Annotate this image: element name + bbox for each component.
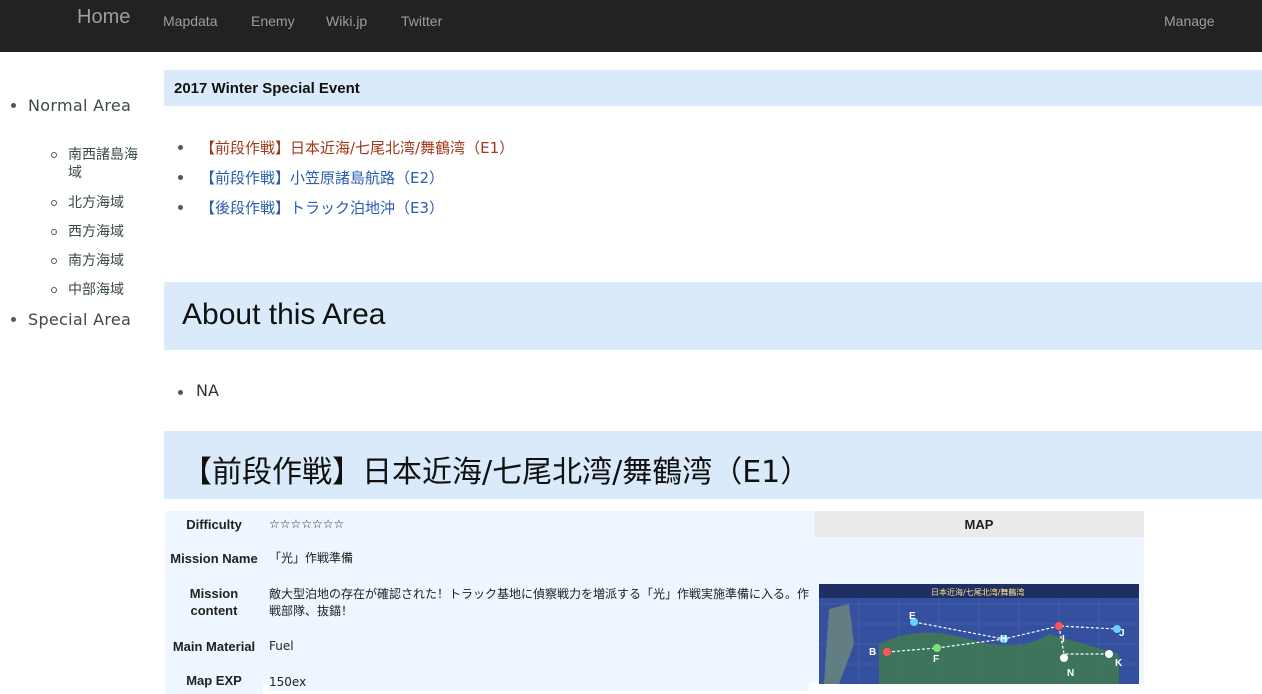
nav-enemy-link[interactable]: Enemy (251, 13, 295, 29)
row-value-mission-content: 敵大型泊地の存在が確認された！トラック基地に偵察戦力を増派する「光」作戦実施準備… (269, 586, 810, 620)
event-map-link-e3[interactable]: 【後段作戦】トラック泊地沖（E3） (200, 197, 444, 218)
nav-wiki-link[interactable]: Wiki.jp (326, 13, 367, 29)
row-label-difficulty: Difficulty (165, 511, 263, 537)
event-header: 2017 Winter Special Event (164, 70, 1262, 106)
event-title: 2017 Winter Special Event (174, 80, 360, 97)
event-map-link-e1[interactable]: 【前段作戦】日本近海/七尾北湾/舞鶴湾（E1） (200, 137, 514, 158)
svg-text:B: B (869, 647, 876, 658)
row-label-mission-name: Mission Name (165, 540, 263, 576)
row-label-map-exp: Map EXP (165, 672, 263, 694)
e1-header: 【前段作戦】日本近海/七尾北湾/舞鶴湾（E1） (164, 431, 1262, 499)
bullet-icon (11, 317, 16, 322)
map-illustration: 日本近海/七尾北湾/舞鶴湾 E H I J B F N K (819, 584, 1139, 684)
nav-home-link[interactable]: Home (77, 6, 130, 29)
row-value-main-material: Fuel (269, 638, 809, 655)
svg-text:H: H (1000, 634, 1007, 645)
svg-text:E: E (909, 611, 916, 622)
svg-text:F: F (933, 654, 939, 665)
svg-text:J: J (1119, 628, 1125, 639)
svg-text:K: K (1115, 658, 1123, 669)
svg-text:N: N (1067, 668, 1074, 679)
about-title: About this Area (182, 298, 386, 331)
bullet-icon (178, 390, 183, 395)
circle-bullet-icon (51, 152, 57, 158)
sidebar-subitem-seiho[interactable]: 西方海域 (68, 223, 150, 241)
sidebar-subitem-nansei[interactable]: 南西諸島海域 (68, 146, 150, 182)
map-banner-text: 日本近海/七尾北湾/舞鶴湾 (931, 587, 1024, 597)
row-label-main-material: Main Material (165, 628, 263, 664)
sidebar-subitem-nanpo[interactable]: 南方海域 (68, 252, 150, 270)
event-map-link-e2[interactable]: 【前段作戦】小笠原諸島航路（E2） (200, 167, 444, 188)
row-value-mission-name: 「光」作戦準備 (269, 550, 809, 567)
bullet-icon (11, 103, 16, 108)
row-value-difficulty: ☆☆☆☆☆☆☆ (269, 516, 809, 533)
sidebar-subitem-chubu[interactable]: 中部海域 (68, 281, 150, 299)
about-item: NA (196, 381, 219, 400)
row-label-mission-content: Mission content (165, 584, 263, 620)
circle-bullet-icon (51, 229, 57, 235)
bullet-icon (178, 175, 183, 180)
nav-manage-link[interactable]: Manage (1164, 13, 1215, 29)
bullet-icon (178, 205, 183, 210)
sidebar-subitem-hoppo[interactable]: 北方海域 (68, 194, 150, 212)
e1-title: 【前段作戦】日本近海/七尾北湾/舞鶴湾（E1） (182, 455, 811, 490)
sidebar-item-normal-area[interactable]: Normal Area (28, 96, 131, 115)
svg-text:I: I (1062, 634, 1065, 645)
circle-bullet-icon (51, 200, 57, 206)
top-navbar: Home Mapdata Enemy Wiki.jp Twitter Manag… (0, 0, 1262, 52)
map-image[interactable]: 日本近海/七尾北湾/舞鶴湾 E H I J B F N K (819, 584, 1139, 684)
about-header: About this Area (164, 282, 1262, 350)
circle-bullet-icon (51, 287, 57, 293)
map-column-header: MAP (814, 511, 1144, 537)
circle-bullet-icon (51, 258, 57, 264)
bullet-icon (178, 145, 183, 150)
nav-twitter-link[interactable]: Twitter (401, 13, 442, 29)
sidebar-item-special-area[interactable]: Special Area (28, 310, 131, 329)
nav-mapdata-link[interactable]: Mapdata (163, 13, 217, 29)
